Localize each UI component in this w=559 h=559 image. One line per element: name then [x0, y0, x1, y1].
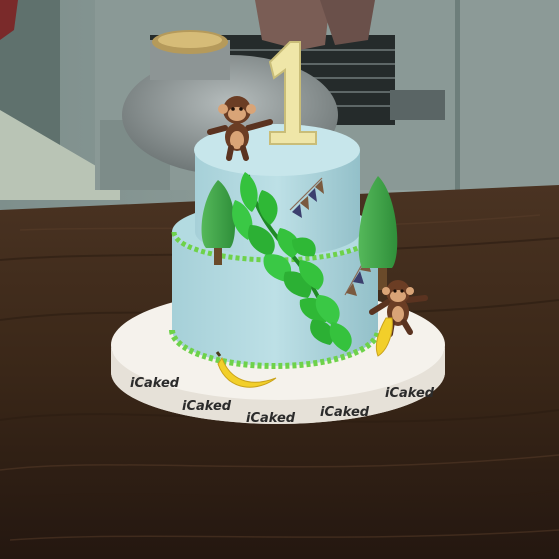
brand-label-3: iCaked — [246, 411, 296, 426]
game-viewport[interactable]: iCaked iCaked iCaked iCaked iCaked — [0, 0, 559, 559]
brand-label-1: iCaked — [130, 376, 180, 391]
brand-label-2: iCaked — [182, 399, 232, 414]
brand-label-4: iCaked — [320, 405, 370, 420]
brand-label-5: iCaked — [385, 386, 435, 401]
scene-canvas: iCaked iCaked iCaked iCaked iCaked — [0, 0, 559, 559]
